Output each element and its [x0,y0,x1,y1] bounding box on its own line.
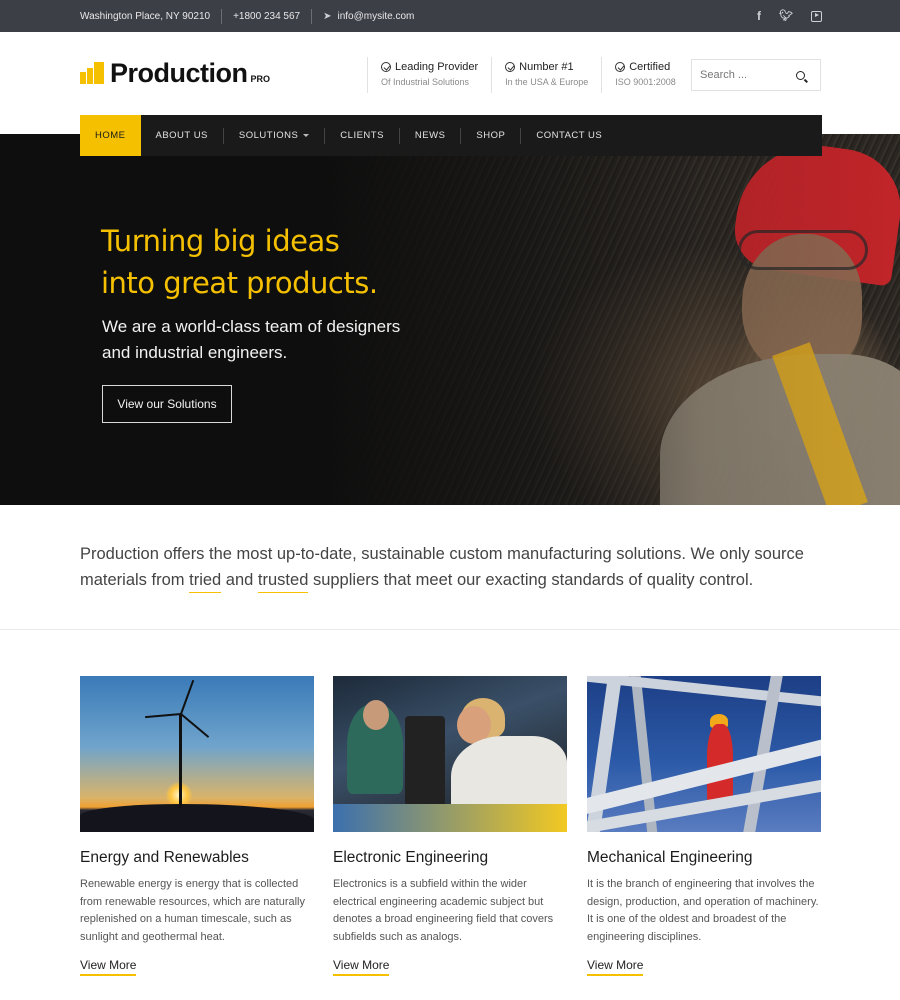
view-more-link[interactable]: View More [333,958,390,976]
feature-title: Number #1 [519,61,574,73]
intro-line: materials from tried and trusted supplie… [80,567,820,593]
feature-title: Certified [629,61,671,73]
feature-item: Leading Provider Of Industrial Solutions [367,57,491,93]
hero-heading-line: into great products. [101,266,378,300]
chevron-down-icon [303,134,310,137]
youtube-icon[interactable] [811,10,822,22]
view-solutions-button[interactable]: View our Solutions [102,385,232,423]
section-divider [0,629,900,630]
nav-item-shop[interactable]: SHOP [461,115,520,156]
card-description: Renewable energy is energy that is colle… [80,878,305,943]
hill-shape [80,804,314,832]
paper-plane-icon: ➤ [323,10,332,22]
intro-fragment: and [221,571,258,589]
intro-line: Production offers the most up-to-date, s… [80,545,804,563]
feature-subtitle: ISO 9001:2008 [615,77,676,87]
turbine-tower [179,714,182,808]
bench-shape [333,804,567,832]
hero-subheading-line: and industrial engineers. [102,343,288,362]
electronics-lab-image[interactable] [333,676,567,832]
nav-item-news[interactable]: NEWS [400,115,461,156]
feature-item: Certified ISO 9001:2008 [601,57,689,93]
check-circle-icon [505,62,516,72]
turbine-blade [180,713,210,738]
feature-highlights: Leading Provider Of Industrial Solutions… [367,57,689,93]
highlight-word: trusted [257,571,309,593]
search-box [691,59,821,91]
address-text: Washington Place, NY 90210 [80,10,211,22]
search-icon[interactable] [796,70,805,80]
hero-subheading: We are a world-class team of designers a… [102,314,400,366]
divider [221,8,223,24]
nav-item-clients[interactable]: CLIENTS [325,115,399,156]
hero-banner: Turning big ideas into great products. W… [0,134,900,505]
card-title[interactable]: Mechanical Engineering [587,849,821,867]
feature-title: Leading Provider [395,61,479,73]
top-bar: Washington Place, NY 90210 +1800 234 567… [0,0,900,32]
feature-item: Number #1 In the USA & Europe [491,57,601,93]
factory-icon [80,62,104,84]
hero-subheading-line: We are a world-class team of designers [102,317,401,336]
facebook-icon[interactable]: f [757,10,761,22]
device-shape [405,716,445,806]
nav-item-home[interactable]: HOME [80,115,141,156]
phone-link[interactable]: +1800 234 567 [233,11,300,22]
hero-heading: Turning big ideas into great products. [101,220,378,304]
person-head-shape [363,700,389,730]
nav-item-solutions[interactable]: SOLUTIONS [224,115,324,156]
contact-info: Washington Place, NY 90210 +1800 234 567… [80,0,414,32]
feature-subtitle: Of Industrial Solutions [381,77,470,87]
nav-item-about-us[interactable]: ABOUT US [141,115,223,156]
service-card-energy: Energy and Renewables Renewable energy i… [80,676,314,976]
social-links: f 🐦︎ [757,0,822,32]
highlight-word: tried [189,571,222,593]
card-title[interactable]: Energy and Renewables [80,849,314,867]
intro-text: Production offers the most up-to-date, s… [80,541,820,593]
email-link[interactable]: ➤ info@mysite.com [323,11,414,22]
divider [311,8,313,24]
nav-item-label: SOLUTIONS [238,130,299,141]
card-title[interactable]: Electronic Engineering [333,849,567,867]
view-more-link[interactable]: View More [587,958,644,976]
nav-item-contact-us[interactable]: CONTACT US [521,115,617,156]
twitter-icon[interactable]: 🐦︎ [779,10,793,22]
search-input[interactable] [692,60,792,90]
intro-fragment: suppliers that meet our exacting standar… [308,571,754,589]
intro-fragment: materials from [80,571,190,589]
check-circle-icon [381,62,391,72]
service-card-electronic: Electronic Engineering Electronics is a … [333,676,567,976]
brand-name: Production [110,58,248,88]
wind-turbine-image[interactable] [80,676,314,832]
card-description: It is the branch of engineering that inv… [587,878,819,943]
steel-structure-image[interactable] [587,676,821,832]
turbine-blade [145,713,182,719]
feature-subtitle: In the USA & Europe [505,77,589,87]
view-more-link[interactable]: View More [80,958,137,976]
check-circle-icon [615,62,626,72]
email-text: info@mysite.com [337,10,415,22]
site-logo[interactable]: Production PRO [80,60,270,87]
hero-heading-line: Turning big ideas [101,224,340,258]
beam-shape [587,676,821,707]
turbine-blade [180,679,195,715]
brand-badge: PRO [250,74,271,84]
service-card-mechanical: Mechanical Engineering It is the branch … [587,676,821,976]
main-nav: HOME ABOUT US SOLUTIONS CLIENTS NEWS SHO… [80,115,822,156]
card-description: Electronics is a subfield within the wid… [333,878,554,943]
beam-shape [587,778,821,832]
